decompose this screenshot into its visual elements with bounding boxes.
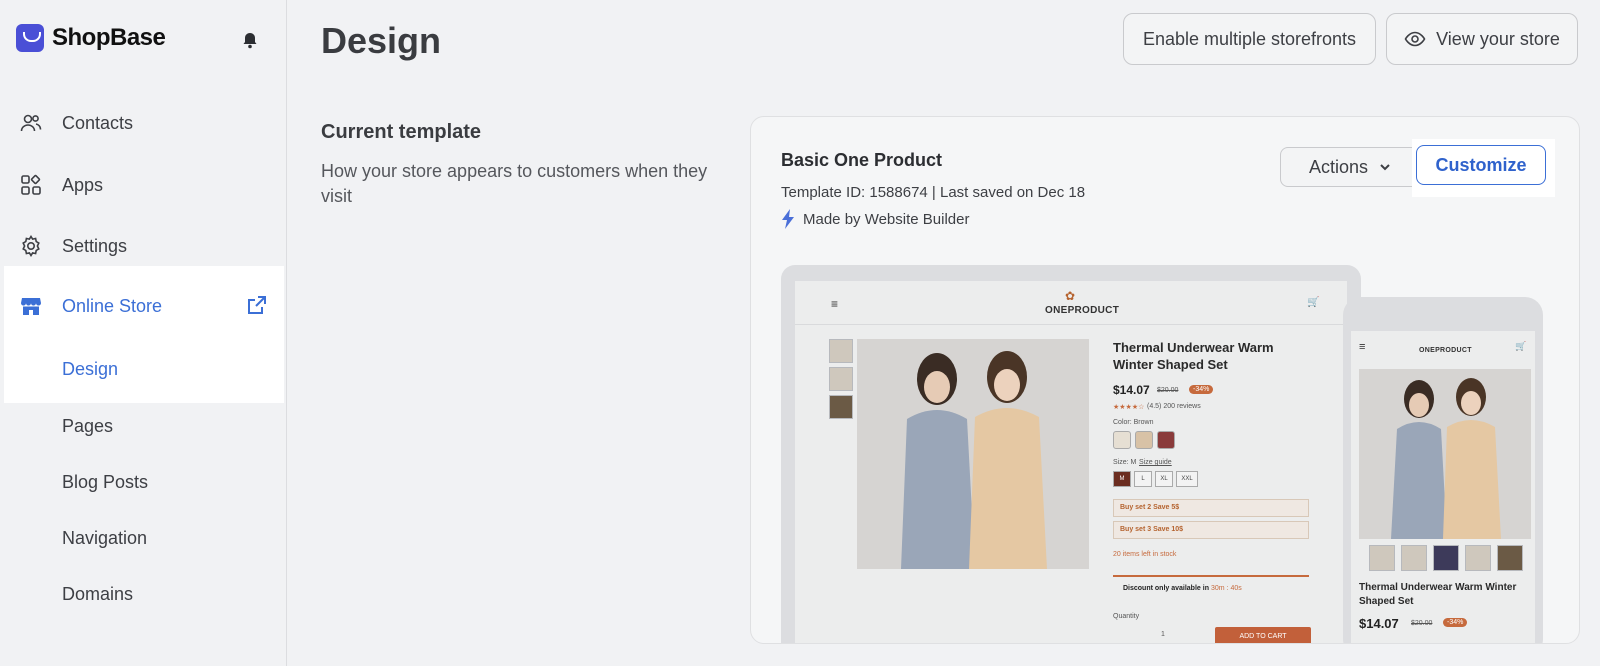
template-made-by: Made by Website Builder <box>781 209 969 229</box>
preview-logo: ONEPRODUCT <box>1045 305 1120 316</box>
preview-product-image <box>857 339 1089 569</box>
store-icon <box>21 298 41 315</box>
brand-name: ShopBase <box>52 24 166 51</box>
preview-timer: 30m : 40s <box>1211 585 1242 592</box>
mobile-product-title: Thermal Underwear Warm Winter Shaped Set <box>1359 582 1517 607</box>
chevron-down-icon <box>1380 164 1390 171</box>
sidebar-subitem-navigation[interactable]: Navigation <box>62 528 147 549</box>
preview-cart-icon: 🛒 <box>1307 297 1320 308</box>
mobile-preview-screen: ≡ ONEPRODUCT 🛒 Thermal Underwear Warm Wi… <box>1351 331 1535 643</box>
preview-color-swatch <box>1135 431 1153 449</box>
sidebar-subitem-blog-posts[interactable]: Blog Posts <box>62 472 148 493</box>
actions-dropdown[interactable]: Actions <box>1280 147 1421 187</box>
customize-highlight: Customize <box>1412 139 1555 197</box>
preview-size-option: L <box>1134 471 1152 487</box>
preview-thumbnail <box>829 367 853 391</box>
preview-color-swatch <box>1113 431 1131 449</box>
preview-logo-icon: ✿ <box>1065 289 1076 303</box>
preview-old-price: $20.00 <box>1157 387 1179 394</box>
button-label: Enable multiple storefronts <box>1142 28 1357 49</box>
template-name: Basic One Product <box>781 150 943 170</box>
mobile-thumbnail <box>1401 545 1427 571</box>
preview-size-label: Size: M <box>1113 459 1137 466</box>
preview-color-label: Color: Brown <box>1113 419 1154 426</box>
mobile-logo: ONEPRODUCT <box>1419 347 1472 354</box>
sidebar: ShopBase Contacts Apps Settings Online S… <box>0 0 287 666</box>
preview-color-swatch <box>1157 431 1175 449</box>
preview-offer: Buy set 3 Save 10$ <box>1113 521 1309 539</box>
mobile-cart-icon: 🛒 <box>1515 341 1527 351</box>
external-link-icon[interactable] <box>246 294 268 316</box>
customize-button[interactable]: Customize <box>1416 145 1546 185</box>
mobile-thumbnail <box>1497 545 1523 571</box>
preview-size-guide: Size guide <box>1139 459 1172 466</box>
mobile-old-price: $20.00 <box>1411 620 1433 627</box>
preview-offer: Buy set 2 Save 5$ <box>1113 499 1309 517</box>
gear-icon <box>22 235 40 257</box>
preview-quantity-value: 1 <box>1161 631 1165 638</box>
mobile-menu-icon: ≡ <box>1359 341 1366 353</box>
made-by-label: Made by Website Builder <box>803 210 970 228</box>
template-meta: Template ID: 1588674 | Last saved on Dec… <box>781 184 1086 201</box>
eye-icon <box>1404 31 1426 47</box>
preview-discount-badge: -34% <box>1189 385 1214 394</box>
sidebar-item-contacts[interactable]: Contacts <box>20 103 133 143</box>
preview-store-header: ≡ ONEPRODUCT ✿ 🛒 <box>795 281 1347 325</box>
mobile-discount-badge: -34% <box>1443 618 1468 627</box>
preview-discount-note: Discount only available in <box>1123 585 1209 592</box>
preview-rating: (4.5) 200 reviews <box>1147 403 1201 410</box>
preview-size-option: XXL <box>1176 471 1198 487</box>
product-photo-icon <box>857 339 1089 569</box>
preview-thumbnail <box>829 339 853 363</box>
mobile-thumbnail <box>1369 545 1395 571</box>
lightning-icon <box>782 209 794 229</box>
sidebar-item-label: Contacts <box>62 112 134 133</box>
sidebar-item-label: Apps <box>62 174 104 195</box>
sidebar-subitem-pages[interactable]: Pages <box>62 416 113 437</box>
enable-multiple-storefronts-button[interactable]: Enable multiple storefronts <box>1123 13 1376 65</box>
sidebar-item-online-store[interactable]: Online Store <box>10 280 276 332</box>
preview-stock: 20 items left in stock <box>1113 551 1177 558</box>
sidebar-subitem-label: Design <box>62 359 119 379</box>
preview-price: $14.07 <box>1113 383 1150 397</box>
product-photo-icon <box>1359 369 1531 539</box>
preview-stars-icon: ★★★★☆ <box>1113 404 1145 411</box>
desktop-preview-screen: ≡ ONEPRODUCT ✿ 🛒 Thermal Underwear Warm … <box>795 281 1347 643</box>
preview-product-title: Thermal Underwear Warm Winter Shaped Set <box>1113 340 1274 372</box>
sidebar-subitem-domains[interactable]: Domains <box>62 584 133 605</box>
page-title: Design <box>321 20 442 61</box>
desktop-preview: ≡ ONEPRODUCT ✿ 🛒 Thermal Underwear Warm … <box>781 265 1361 643</box>
preview-size-option: XL <box>1155 471 1173 487</box>
button-label: View your store <box>1436 28 1560 49</box>
preview-thumbnail <box>829 395 853 419</box>
preview-stock-bar <box>1113 575 1309 577</box>
view-store-button[interactable]: View your store <box>1386 13 1578 65</box>
mobile-thumbnail <box>1433 545 1459 571</box>
preview-menu-icon: ≡ <box>831 297 839 311</box>
section-description: How your store appears to customers when… <box>321 161 708 206</box>
mobile-preview: ≡ ONEPRODUCT 🛒 Thermal Underwear Warm Wi… <box>1343 297 1543 643</box>
sidebar-item-apps[interactable]: Apps <box>20 165 103 205</box>
preview-quantity-label: Quantity <box>1113 613 1140 620</box>
preview-size-option: M <box>1113 471 1131 487</box>
mobile-product-image <box>1359 369 1531 539</box>
section-title: Current template <box>321 121 482 143</box>
apps-icon <box>21 174 41 195</box>
sidebar-item-label: Settings <box>62 235 128 256</box>
brand[interactable]: ShopBase <box>16 24 166 52</box>
bell-icon[interactable] <box>240 30 260 50</box>
button-label: Actions <box>1308 156 1369 177</box>
sidebar-subitem-design[interactable]: Design <box>47 344 276 394</box>
shopbase-logo-icon <box>16 24 44 52</box>
sidebar-item-label: Online Store <box>62 295 163 316</box>
contacts-icon <box>20 114 42 132</box>
mobile-price: $14.07 <box>1359 616 1399 631</box>
mobile-thumbnail <box>1465 545 1491 571</box>
sidebar-item-settings[interactable]: Settings <box>20 226 127 266</box>
preview-add-to-cart: ADD TO CART <box>1215 627 1311 643</box>
